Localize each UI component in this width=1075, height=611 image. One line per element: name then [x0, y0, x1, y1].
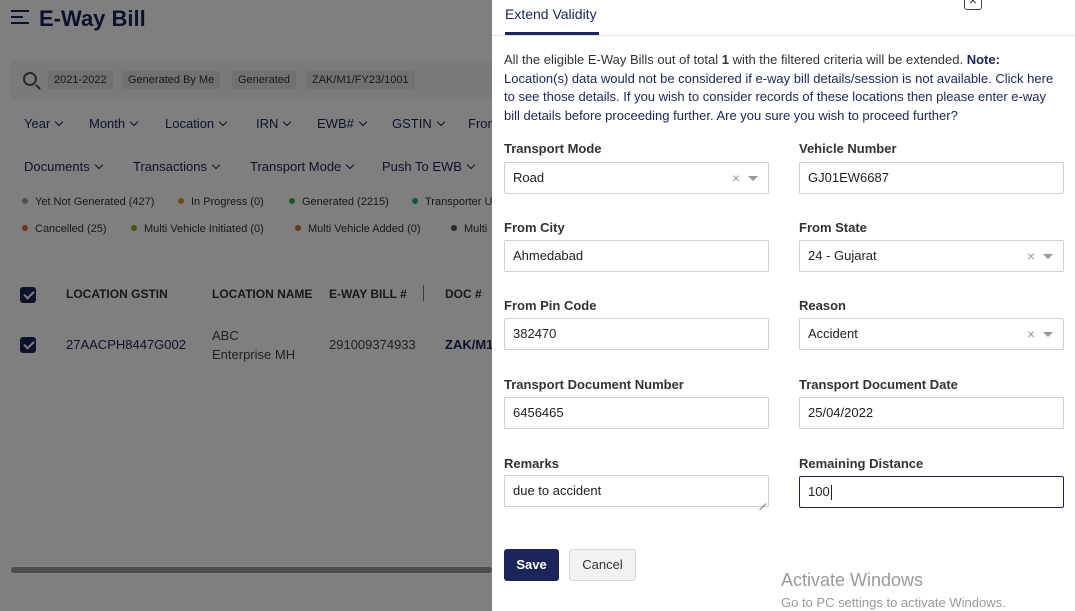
- legend-item[interactable]: Cancelled (25): [22, 223, 107, 235]
- chevron-down-icon: [283, 117, 292, 127]
- remarks-textarea[interactable]: due to accident: [504, 475, 769, 507]
- select-all-checkbox[interactable]: [20, 287, 36, 303]
- doc-number-input[interactable]: 6456465: [504, 397, 769, 429]
- eway-bill-page: E-Way Bill 2021-2022 Generated By Me Gen…: [0, 0, 498, 611]
- column-header-gstin[interactable]: LOCATION GSTIN: [66, 287, 168, 301]
- divider: [492, 35, 1075, 36]
- filter-location[interactable]: Location: [165, 116, 228, 131]
- page-title: E-Way Bill: [39, 6, 146, 31]
- info-message: All the eligible E-Way Bills out of tota…: [504, 52, 1054, 123]
- filter-chip-year[interactable]: 2021-2022: [48, 71, 113, 89]
- vehicle-number-label: Vehicle Number: [799, 141, 897, 156]
- from-city-input[interactable]: Ahmedabad: [504, 240, 769, 272]
- doc-date-label: Transport Document Date: [799, 377, 958, 392]
- filter-gstin[interactable]: GSTIN: [392, 116, 445, 131]
- status-dot-icon: [412, 198, 418, 204]
- filter-chip-generated-by[interactable]: Generated By Me: [122, 71, 221, 89]
- legend-item[interactable]: In Progress (0): [178, 196, 264, 208]
- filter-transactions[interactable]: Transactions: [133, 159, 221, 174]
- row-checkbox[interactable]: [20, 337, 36, 353]
- status-dot-icon: [178, 198, 184, 204]
- filter-search-bar[interactable]: 2021-2022 Generated By Me Generated ZAK/…: [10, 61, 492, 99]
- legend-item[interactable]: Yet Not Generated (427): [22, 196, 154, 208]
- activation-watermark-subtitle: Go to PC settings to activate Windows.: [781, 595, 1006, 610]
- column-header-doc[interactable]: DOC #: [445, 287, 482, 301]
- chevron-down-icon: [129, 117, 139, 127]
- filter-year[interactable]: Year: [24, 116, 64, 131]
- chevron-down-icon[interactable]: [748, 176, 758, 181]
- status-dot-icon: [451, 225, 457, 231]
- sort-icon[interactable]: [421, 283, 427, 303]
- filter-chip-status[interactable]: Generated: [232, 71, 296, 89]
- status-dot-icon: [131, 225, 137, 231]
- status-dot-icon: [295, 225, 301, 231]
- save-button[interactable]: Save: [504, 549, 559, 581]
- chevron-down-icon[interactable]: [1043, 332, 1053, 337]
- column-header-location-name[interactable]: LOCATION NAME: [212, 287, 312, 301]
- search-icon[interactable]: [23, 72, 37, 86]
- status-dot-icon: [289, 198, 295, 204]
- from-pin-input[interactable]: 382470: [504, 318, 769, 350]
- legend-item[interactable]: Transporter U: [412, 196, 492, 208]
- row-location-name-2: Enterprise MH: [212, 347, 296, 362]
- row-doc-link[interactable]: ZAK/M1: [445, 337, 493, 352]
- status-dot-icon: [22, 198, 28, 204]
- chevron-down-icon: [218, 117, 228, 127]
- row-location-name-1: ABC: [212, 328, 239, 343]
- clear-icon[interactable]: ×: [1027, 319, 1035, 349]
- filter-month[interactable]: Month: [89, 116, 139, 131]
- filter-push-to-ewb[interactable]: Push To EWB: [382, 159, 476, 174]
- legend-item[interactable]: Generated (2215): [289, 196, 389, 208]
- row-gstin-link[interactable]: 27AACPH8447G002: [66, 337, 186, 352]
- filter-ewb[interactable]: EWB#: [317, 116, 368, 131]
- from-pin-label: From Pin Code: [504, 298, 597, 313]
- legend-item[interactable]: Multi Vehicle Initiated (0): [131, 223, 264, 235]
- legend-item[interactable]: Multi Vehicle Added (0): [295, 223, 421, 235]
- status-dot-icon: [22, 225, 28, 231]
- reason-select[interactable]: Accident ×: [799, 318, 1064, 350]
- text-cursor: [830, 485, 832, 501]
- doc-number-label: Transport Document Number: [504, 377, 684, 392]
- chevron-down-icon: [211, 160, 221, 170]
- clear-icon[interactable]: ×: [1027, 241, 1035, 271]
- remaining-distance-input[interactable]: 100: [799, 476, 1064, 508]
- chevron-down-icon[interactable]: [1043, 254, 1053, 259]
- from-state-select[interactable]: 24 - Gujarat ×: [799, 240, 1064, 272]
- remarks-label: Remarks: [504, 456, 559, 471]
- chevron-down-icon: [94, 160, 103, 170]
- from-city-label: From City: [504, 220, 565, 235]
- chevron-down-icon: [466, 160, 476, 170]
- details-link[interactable]: Location(s) data would not be considered…: [504, 71, 1053, 123]
- extend-validity-panel: × Extend Validity All the eligible E-Way…: [492, 0, 1075, 611]
- status-legend-2: Cancelled (25) Multi Vehicle Initiated (…: [0, 223, 492, 237]
- chevron-down-icon: [436, 117, 445, 127]
- reason-label: Reason: [799, 298, 846, 313]
- transport-mode-select[interactable]: Road ×: [504, 162, 769, 194]
- row-ewb-number: 291009374933: [329, 337, 416, 352]
- filter-irn[interactable]: IRN: [256, 116, 292, 131]
- tab-extend-validity[interactable]: Extend Validity: [505, 6, 597, 22]
- from-state-label: From State: [799, 220, 867, 235]
- legend-item[interactable]: Multi: [451, 223, 487, 235]
- horizontal-scrollbar[interactable]: [11, 567, 492, 573]
- filter-documents[interactable]: Documents: [24, 159, 103, 174]
- activation-watermark-title: Activate Windows: [781, 570, 924, 590]
- transport-mode-label: Transport Mode: [504, 141, 602, 156]
- chevron-down-icon: [55, 117, 64, 127]
- chevron-down-icon: [358, 117, 368, 127]
- cancel-button[interactable]: Cancel: [569, 549, 636, 581]
- menu-icon[interactable]: [11, 10, 29, 26]
- column-header-ewb[interactable]: E-WAY BILL #: [329, 287, 407, 301]
- resize-handle-icon[interactable]: [758, 496, 766, 504]
- status-legend-1: Yet Not Generated (427) In Progress (0) …: [0, 196, 492, 210]
- filter-chip-doc[interactable]: ZAK/M1/FY23/1001: [306, 71, 415, 89]
- chevron-down-icon: [346, 160, 355, 170]
- doc-date-input[interactable]: 25/04/2022: [799, 397, 1064, 429]
- filter-transport-mode[interactable]: Transport Mode: [250, 159, 355, 174]
- vehicle-number-input[interactable]: GJ01EW6687: [799, 162, 1064, 194]
- clear-icon[interactable]: ×: [732, 163, 740, 193]
- close-icon[interactable]: ×: [964, 0, 982, 10]
- remaining-distance-label: Remaining Distance: [799, 456, 924, 471]
